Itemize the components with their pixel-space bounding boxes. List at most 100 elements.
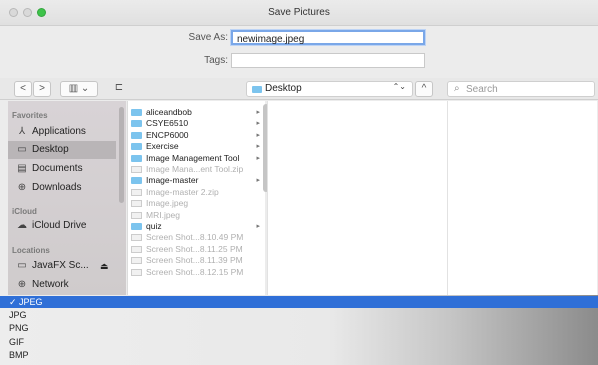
sidebar-item-icloud-drive[interactable]: ☁ iCloud Drive: [8, 217, 116, 235]
folder-icon: [131, 143, 142, 151]
tags-label: Tags:: [204, 55, 228, 66]
save-as-input[interactable]: newimage.jpeg: [231, 30, 425, 45]
file-row[interactable]: Screen Shot...8.11.39 PM: [128, 255, 264, 266]
desktop-icon: ▭: [17, 144, 27, 155]
file-row[interactable]: Screen Shot...8.10.49 PM: [128, 232, 264, 243]
toolbar: < > ▥ ⌄ ⊏ Desktop ⌃⌄ ^ ⌕ Search: [0, 78, 598, 100]
columns-view-icon: ▥: [68, 83, 79, 94]
file-row[interactable]: Screen Shot...8.12.15 PM: [128, 267, 264, 278]
eject-icon[interactable]: ⏏: [100, 257, 109, 275]
sidebar-item-label: JavaFX Sc...: [32, 260, 89, 271]
file-name: quiz: [146, 221, 162, 231]
format-option[interactable]: JPG: [0, 309, 598, 321]
file-name: Image Mana...ent Tool.zip: [146, 164, 244, 174]
chevron-left-icon: <: [20, 83, 26, 94]
window-title: Save Pictures: [268, 7, 330, 18]
disclosure-arrow-icon: ▸: [256, 131, 260, 139]
chevron-up-icon: ^: [421, 83, 427, 94]
title-bar: Save Pictures: [0, 0, 598, 26]
format-dropdown-menu: ✓ JPEG JPG PNG GIF BMP: [0, 295, 598, 365]
sidebar-item-label: Network: [32, 279, 69, 290]
file-row[interactable]: quiz ▸: [128, 221, 264, 232]
view-mode-button[interactable]: ▥ ⌄: [60, 81, 98, 97]
file-icon: [131, 234, 142, 242]
file-row[interactable]: Image Mana...ent Tool.zip: [128, 164, 264, 175]
file-column: aliceandbob ▸ CSYE6510 ▸ ENCP6000 ▸ Exercise ▸ I…: [127, 101, 265, 295]
applications-icon: ⅄: [18, 126, 26, 137]
disclosure-arrow-icon: ▸: [256, 143, 260, 151]
format-option[interactable]: BMP: [0, 349, 598, 361]
folder-icon: [131, 154, 142, 162]
chevron-right-icon: >: [39, 83, 45, 94]
sidebar-item-label: iCloud Drive: [32, 220, 87, 231]
new-folder-icon: ⊏: [114, 82, 124, 93]
file-row[interactable]: Image.jpeg: [128, 198, 264, 209]
format-option[interactable]: ✓ JPEG: [0, 296, 598, 308]
folder-icon: [131, 109, 142, 116]
sidebar-scrollbar[interactable]: [119, 107, 124, 203]
file-icon: [131, 257, 142, 265]
cloud-icon: ☁: [17, 220, 27, 231]
file-row[interactable]: Exercise ▸: [128, 141, 264, 152]
file-name: Screen Shot...8.10.49 PM: [146, 232, 244, 243]
file-name: MRI.jpeg: [146, 209, 181, 220]
file-name: Screen Shot...8.12.15 PM: [146, 266, 244, 277]
sidebar-item-documents[interactable]: ▤ Documents: [8, 160, 116, 178]
folder-icon: [131, 120, 142, 128]
disclosure-arrow-icon: ▸: [256, 109, 260, 116]
forward-button[interactable]: >: [33, 81, 51, 97]
sidebar-item-applications[interactable]: ⅄ Applications: [8, 123, 116, 141]
file-icon: [131, 211, 142, 219]
disk-icon: ▭: [17, 260, 27, 271]
file-icon: [131, 268, 142, 276]
network-icon: ⊕: [17, 279, 27, 290]
disclosure-arrow-icon: ▸: [256, 223, 260, 230]
chevron-down-icon: ⌄: [80, 83, 90, 94]
search-placeholder: Search: [466, 84, 498, 95]
file-row[interactable]: Image-master 2.zip: [128, 187, 264, 198]
file-name: Exercise: [146, 141, 179, 152]
sidebar-item-network[interactable]: ⊕ Network: [8, 276, 116, 294]
sidebar: Favorites ⅄ Applications ▭ Desktop ▤ Doc…: [8, 101, 126, 295]
file-name: Screen Shot...8.11.39 PM: [146, 255, 243, 266]
sidebar-item-desktop[interactable]: ▭ Desktop: [8, 141, 116, 159]
sidebar-item-label: Applications: [32, 126, 86, 137]
file-icon: [131, 166, 142, 173]
file-name: Screen Shot...8.11.25 PM: [146, 243, 243, 254]
file-name: Image.jpeg: [146, 198, 189, 209]
file-name: Image-master: [146, 175, 199, 186]
back-button[interactable]: <: [14, 81, 32, 97]
expand-collapse-button[interactable]: ^: [415, 81, 433, 97]
search-field[interactable]: ⌕ Search: [447, 81, 595, 97]
save-as-label: Save As:: [188, 32, 228, 43]
sidebar-item-javafx[interactable]: ▭ JavaFX Sc... ⏏: [8, 257, 116, 275]
icloud-header: iCloud: [12, 207, 37, 216]
file-row[interactable]: Image Management Tool ▸: [128, 153, 264, 164]
location-popup[interactable]: Desktop ⌃⌄: [246, 81, 413, 97]
sidebar-item-downloads[interactable]: ⊕ Downloads: [8, 179, 116, 197]
file-icon: [131, 188, 142, 196]
sidebar-item-label: Downloads: [32, 182, 82, 193]
file-row[interactable]: aliceandbob ▸: [128, 107, 264, 118]
file-row[interactable]: ENCP6000 ▸: [128, 130, 264, 141]
disclosure-arrow-icon: ▸: [256, 120, 260, 128]
preview-column: [447, 101, 597, 295]
file-name: CSYE6510: [146, 118, 189, 129]
locations-header: Locations: [12, 246, 50, 255]
tags-input[interactable]: [231, 53, 425, 68]
format-option[interactable]: GIF: [0, 336, 598, 348]
file-row[interactable]: CSYE6510 ▸: [128, 118, 264, 129]
location-label: Desktop: [265, 83, 302, 94]
file-row[interactable]: Image-master ▸: [128, 175, 264, 186]
downloads-icon: ⊕: [17, 182, 27, 193]
file-row[interactable]: Screen Shot...8.11.25 PM: [128, 244, 264, 255]
file-name: ENCP6000: [146, 129, 189, 140]
disclosure-arrow-icon: ▸: [256, 177, 260, 185]
format-option[interactable]: PNG: [0, 322, 598, 334]
save-form: Save As: newimage.jpeg Tags:: [0, 26, 598, 78]
disclosure-arrow-icon: ▸: [256, 154, 260, 162]
file-name: Image-master 2.zip: [146, 186, 219, 197]
file-row[interactable]: MRI.jpeg: [128, 210, 264, 221]
new-folder-button[interactable]: ⊏: [108, 81, 130, 97]
file-name: aliceandbob: [146, 107, 192, 117]
